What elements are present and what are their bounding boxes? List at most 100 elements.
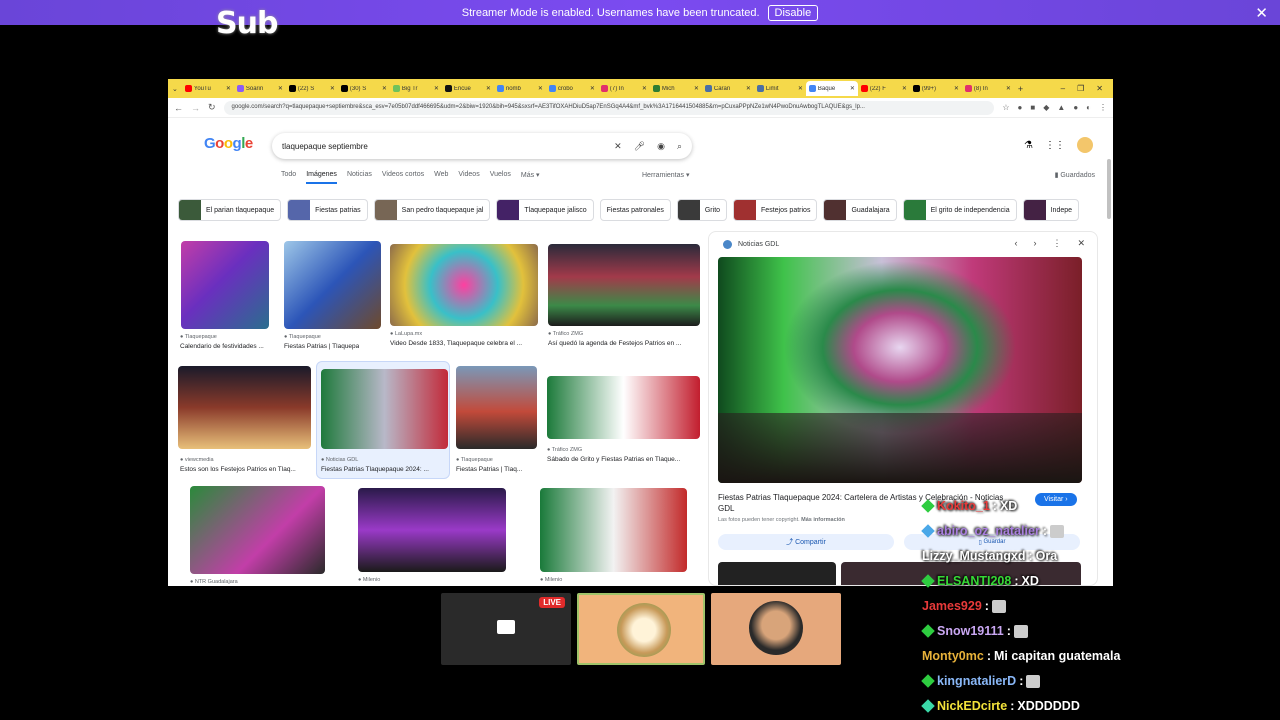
result-image[interactable] [284, 241, 381, 329]
preview-image[interactable] [718, 257, 1082, 483]
tab-close-icon[interactable]: ✕ [538, 85, 543, 92]
result-source[interactable]: ● Milenio [358, 577, 380, 583]
tab-close-icon[interactable]: ✕ [434, 85, 439, 92]
browser-tab[interactable]: crobo ✕ [546, 81, 598, 96]
result-source[interactable]: ● LaLupa.mx [390, 331, 422, 337]
microphone-icon[interactable]: 🎤︎ [634, 141, 645, 152]
extension-icon[interactable]: ● [1018, 103, 1023, 112]
search-tab[interactable]: Videos cortos [382, 171, 424, 184]
tab-close-icon[interactable]: ✕ [486, 85, 491, 92]
related-search-chip[interactable]: Indepe [1022, 199, 1080, 221]
tab-close-icon[interactable]: ✕ [850, 85, 855, 92]
result-image[interactable] [540, 488, 687, 572]
result-source[interactable]: ● Milenio [540, 577, 562, 583]
maximize-icon[interactable]: ❐ [1077, 84, 1084, 93]
result-image[interactable] [190, 486, 325, 574]
tab-close-icon[interactable]: ✕ [278, 85, 283, 92]
result-title[interactable]: Sábado de Grito y Fiestas Patrias en Tla… [547, 456, 680, 463]
result-title[interactable]: Fiestas Patrias Tlaquepaque 2024: ... [321, 466, 429, 473]
extension-icon[interactable]: ◆ [1043, 103, 1049, 112]
related-image[interactable] [718, 562, 836, 585]
search-tab[interactable]: Videos [458, 171, 479, 184]
related-search-chip[interactable]: Festejos patrios [733, 199, 818, 221]
related-search-chip[interactable]: El parian tlaquepaque [178, 199, 282, 221]
browser-tab[interactable]: Big Tr ✕ [390, 81, 442, 96]
browser-tab[interactable]: (99+) ✕ [910, 81, 962, 96]
related-search-chip[interactable]: Grito [676, 199, 728, 221]
result-title[interactable]: Así quedó la agenda de Festejos Patrios … [548, 340, 681, 347]
browser-tab[interactable]: Baque ✕ [805, 81, 858, 96]
related-search-chip[interactable]: Fiestas patronales [599, 199, 671, 221]
result-title[interactable]: Calendario de festividades ... [180, 343, 264, 350]
forward-icon[interactable]: → [191, 103, 200, 113]
result-title[interactable]: Video Desde 1833, Tlaquepaque celebra el… [390, 340, 522, 347]
search-tab[interactable]: Vuelos [490, 171, 511, 184]
search-icon[interactable]: ⌕ [677, 141, 682, 152]
result-source[interactable]: ● Noticias GDL [321, 457, 358, 463]
tab-close-icon[interactable]: ✕ [694, 85, 699, 92]
search-tab[interactable]: Más ▾ [521, 171, 540, 184]
result-image[interactable] [178, 366, 311, 449]
browser-tab[interactable]: Limit ✕ [754, 81, 806, 96]
google-logo[interactable]: Google [204, 135, 253, 152]
chat-username[interactable]: kingnatalierD [937, 674, 1016, 688]
browser-tab[interactable]: (8) In ✕ [962, 81, 1014, 96]
browser-tab[interactable]: Mich ✕ [650, 81, 702, 96]
search-tab[interactable]: Web [434, 171, 448, 184]
browser-tab[interactable]: (7) In ✕ [598, 81, 650, 96]
result-source[interactable]: ● viewcmedia [180, 457, 214, 463]
disable-button[interactable]: Disable [767, 4, 819, 21]
screen-share-tile[interactable]: LIVE [441, 593, 571, 665]
result-source[interactable]: ● Tráfico ZMG [548, 331, 583, 337]
browser-tab[interactable]: Caran ✕ [702, 81, 754, 96]
share-button[interactable]: ⤴ Compartir [718, 534, 894, 550]
chat-username[interactable]: ELSANTI208 [937, 574, 1011, 588]
related-search-chip[interactable]: Tlaquepaque jalisco [496, 199, 594, 221]
next-icon[interactable]: › [1033, 238, 1036, 249]
extension-icon[interactable]: ▲ [1057, 103, 1065, 112]
previous-icon[interactable]: ‹ [1014, 238, 1017, 249]
search-tab[interactable]: Noticias [347, 171, 372, 184]
tools-dropdown[interactable]: Herramientas ▾ [642, 171, 689, 179]
browser-tab[interactable]: (22) S ✕ [286, 81, 338, 96]
result-source[interactable]: ● Tlaquepaque [180, 334, 217, 340]
chat-username[interactable]: Lizzy_Mustangxd [922, 549, 1026, 563]
avatar[interactable] [1077, 137, 1093, 153]
close-window-icon[interactable]: ✕ [1096, 84, 1103, 93]
browser-tab[interactable]: nomb ✕ [494, 81, 546, 96]
search-tab[interactable]: Imágenes [306, 171, 337, 184]
result-image[interactable] [547, 376, 700, 439]
result-image[interactable] [456, 366, 537, 449]
search-tab[interactable]: Todo [281, 171, 296, 184]
camera-search-icon[interactable]: ◉ [657, 141, 665, 152]
browser-tab[interactable]: Encue ✕ [442, 81, 494, 96]
extension-icon[interactable]: ■ [1030, 103, 1035, 112]
chat-username[interactable]: Monty0mc [922, 649, 984, 663]
result-image[interactable] [390, 244, 538, 326]
result-title[interactable]: Estos son los Festejos Patrios en Tlaq..… [180, 466, 296, 473]
minimize-icon[interactable]: – [1061, 84, 1065, 93]
preview-source[interactable]: Noticias GDL [738, 241, 779, 248]
tab-close-icon[interactable]: ✕ [330, 85, 335, 92]
browser-tab[interactable]: YouTu ✕ [182, 81, 234, 96]
related-search-chip[interactable]: San pedro tlaquepaque jal [373, 199, 491, 221]
chat-username[interactable]: NickEDcirte [937, 699, 1007, 713]
chat-username[interactable]: abiro_oz_natalier [937, 524, 1040, 538]
result-source[interactable]: ● NTR Guadalajara [190, 579, 238, 585]
result-source[interactable]: ● Tráfico ZMG [547, 447, 582, 453]
url-field[interactable]: google.com/search?q=tlaquepaque+septiemb… [223, 100, 995, 115]
extension-icon[interactable]: ◐ [1086, 103, 1091, 112]
scrollbar[interactable] [1107, 159, 1111, 219]
back-icon[interactable]: ← [174, 103, 183, 113]
result-image[interactable] [181, 241, 269, 329]
tab-close-icon[interactable]: ✕ [226, 85, 231, 92]
tab-close-icon[interactable]: ✕ [746, 85, 751, 92]
tab-close-icon[interactable]: ✕ [798, 85, 803, 92]
result-source[interactable]: ● Tlaquepaque [456, 457, 493, 463]
new-tab-icon[interactable]: + [1018, 84, 1023, 94]
chat-username[interactable]: Snow19111 [937, 624, 1004, 638]
close-icon[interactable]: ✕ [1255, 4, 1268, 22]
more-info-link[interactable]: Más información [801, 517, 845, 523]
related-search-chip[interactable]: El grito de independencia [902, 199, 1017, 221]
tab-search-icon[interactable]: ⌄ [172, 85, 178, 93]
